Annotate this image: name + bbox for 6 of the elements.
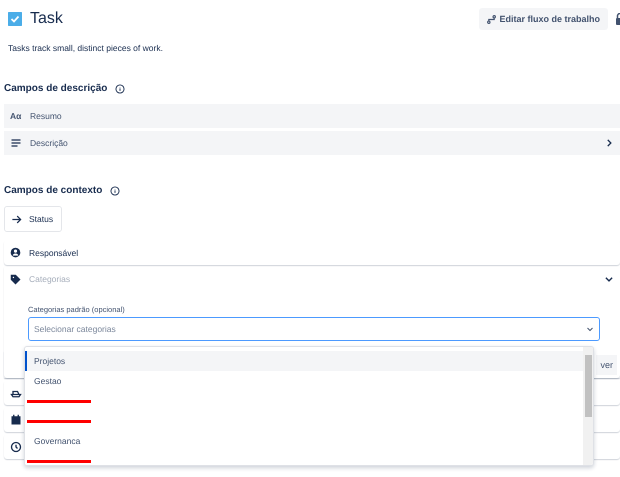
- section-heading: Campos de descrição: [4, 83, 108, 94]
- page-title: Task: [30, 10, 64, 28]
- text-type-icon: Aα: [10, 111, 22, 121]
- description-text: Tasks track small, distinct pieces of work.: [8, 43, 164, 53]
- field-label: Categorias: [29, 274, 72, 284]
- section-heading: Campos de contexto: [4, 185, 102, 196]
